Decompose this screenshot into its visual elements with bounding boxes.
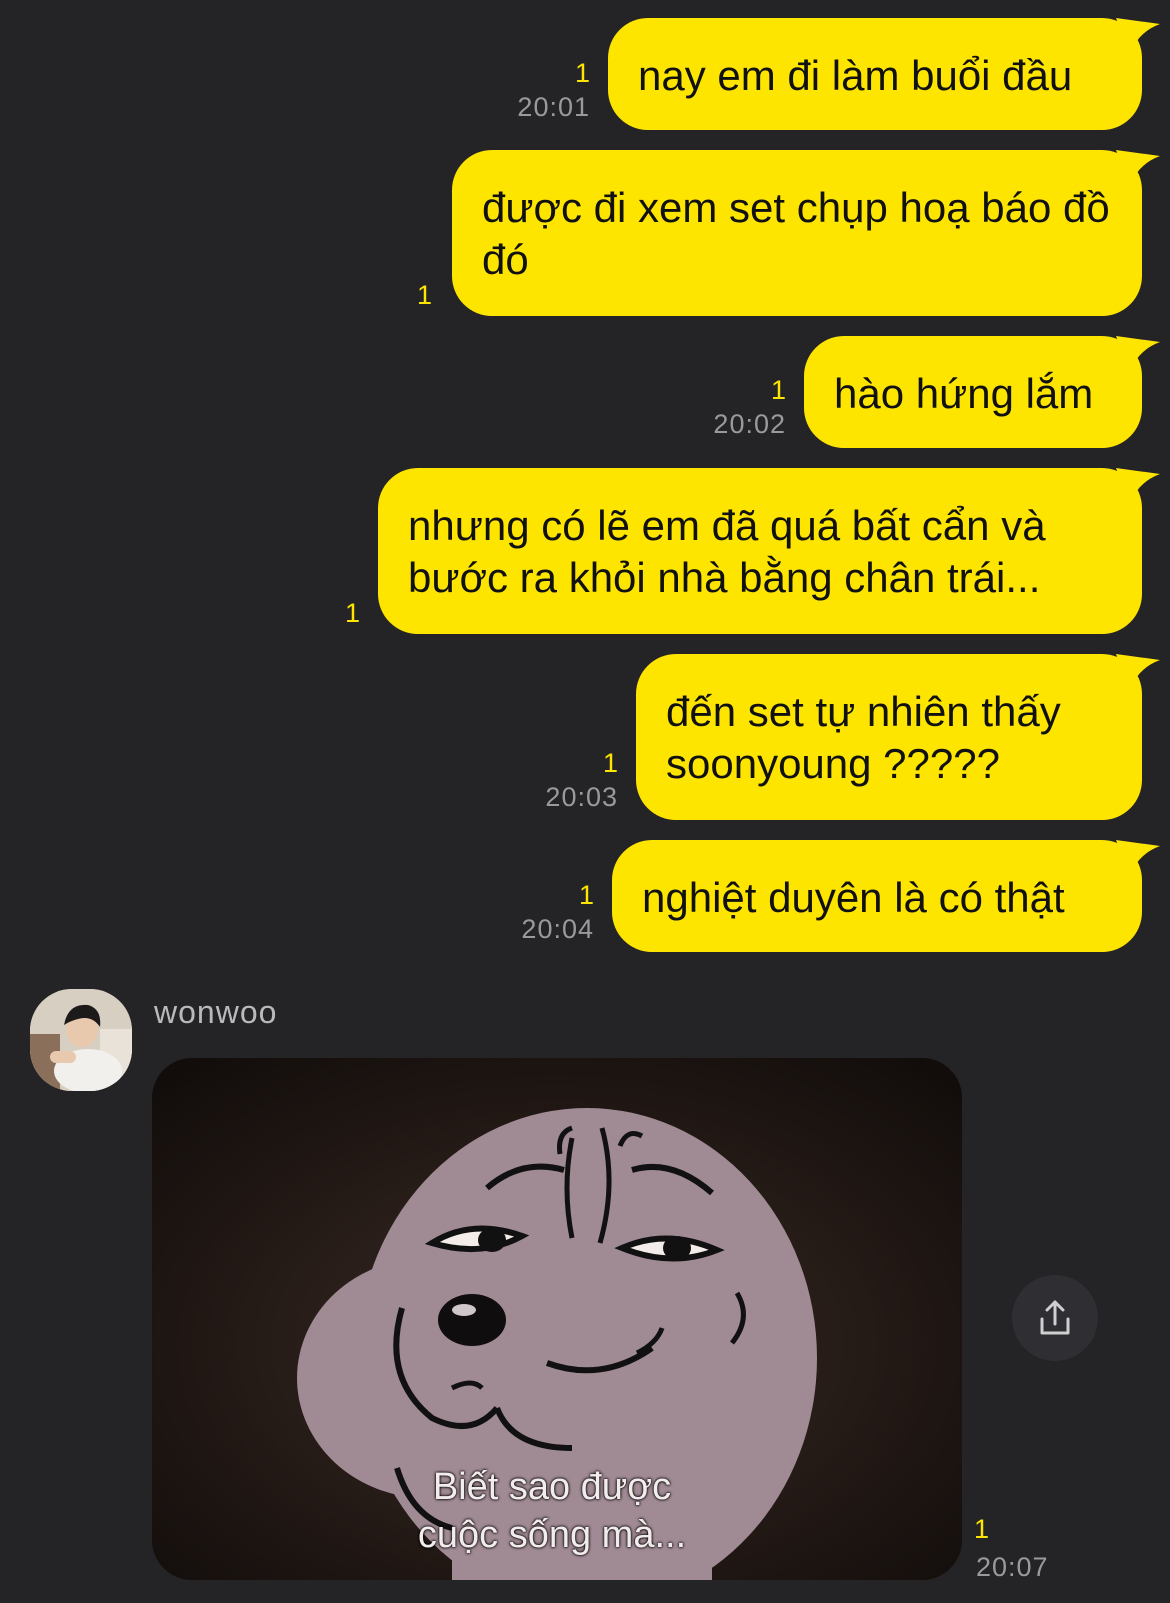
message-time: 20:01 <box>517 92 590 122</box>
unread-count: 1 <box>578 880 594 910</box>
message-bubble[interactable]: nhưng có lẽ em đã quá bất cẩn và bước ra… <box>378 468 1160 634</box>
avatar-photo <box>30 989 132 1091</box>
message-text: nghiệt duyên là có thật <box>642 874 1065 921</box>
image-caption-line2: cuộc sống mà... <box>417 1514 687 1556</box>
bubble-tail <box>1116 840 1160 876</box>
unread-count: 1 <box>602 748 618 778</box>
message-text: hào hứng lắm <box>834 370 1094 417</box>
bubble-tail <box>1116 654 1160 690</box>
message-bubble[interactable]: được đi xem set chụp hoạ báo đồ đó <box>452 150 1160 316</box>
message-time: 20:02 <box>713 409 786 439</box>
bubble-tail <box>1116 150 1160 186</box>
share-icon <box>1040 1300 1070 1335</box>
message-text: nhưng có lẽ em đã quá bất cẩn và bước ra… <box>408 502 1046 601</box>
unread-count: 1 <box>416 280 432 310</box>
unread-count: 1 <box>344 598 360 628</box>
message-bubble[interactable]: nghiệt duyên là có thật <box>612 840 1160 952</box>
image-message[interactable]: Biết sao được cuộc sống mà... <box>152 1058 962 1580</box>
sender-name: wonwoo <box>154 994 278 1030</box>
message-time: 20:04 <box>521 914 594 944</box>
unread-count: 1 <box>574 58 590 88</box>
message-time: 20:07 <box>976 1552 1049 1582</box>
bubble-tail <box>1116 18 1160 54</box>
avatar[interactable] <box>30 989 132 1091</box>
message-bubble[interactable]: đến set tự nhiên thấy soonyoung ????? <box>636 654 1160 820</box>
bubble-tail <box>1116 336 1160 372</box>
message-text: đến set tự nhiên thấy soonyoung ????? <box>666 688 1061 787</box>
share-button[interactable] <box>1012 1275 1098 1361</box>
image-caption-line1: Biết sao được <box>432 1466 672 1508</box>
message-text: được đi xem set chụp hoạ báo đồ đó <box>482 184 1110 283</box>
unread-count: 1 <box>770 375 786 405</box>
message-text: nay em đi làm buổi đầu <box>638 52 1073 99</box>
message-bubble[interactable]: hào hứng lắm <box>804 336 1160 448</box>
unread-count: 1 <box>974 1514 990 1544</box>
bubble-tail <box>1116 468 1160 504</box>
message-time: 20:03 <box>545 782 618 812</box>
message-bubble[interactable]: nay em đi làm buổi đầu <box>608 18 1160 130</box>
